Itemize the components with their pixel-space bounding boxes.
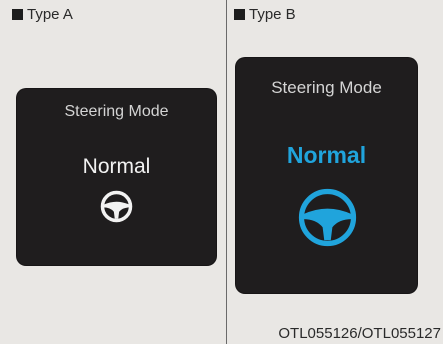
figure-caption: OTL055126/OTL055127 <box>278 325 441 342</box>
steering-mode-value: Normal <box>82 155 151 178</box>
steering-mode-title: Steering Mode <box>64 103 169 120</box>
square-bullet-icon <box>12 9 23 20</box>
type-b-display-screen: Steering Mode Normal <box>236 58 417 293</box>
type-a-panel: Type A Steering Mode Normal <box>0 0 226 344</box>
type-a-display-screen: Steering Mode Normal <box>17 89 216 265</box>
type-a-label-text: Type A <box>27 6 73 23</box>
type-a-label: Type A <box>12 6 73 23</box>
steering-mode-value: Normal <box>286 142 367 168</box>
steering-wheel-icon <box>100 190 133 223</box>
type-b-label: Type B <box>234 6 296 23</box>
steering-mode-title: Steering Mode <box>271 78 382 97</box>
steering-wheel-icon <box>298 188 357 247</box>
square-bullet-icon <box>234 9 245 20</box>
type-b-panel: Type B Steering Mode Normal <box>226 0 443 344</box>
type-b-label-text: Type B <box>249 6 296 23</box>
